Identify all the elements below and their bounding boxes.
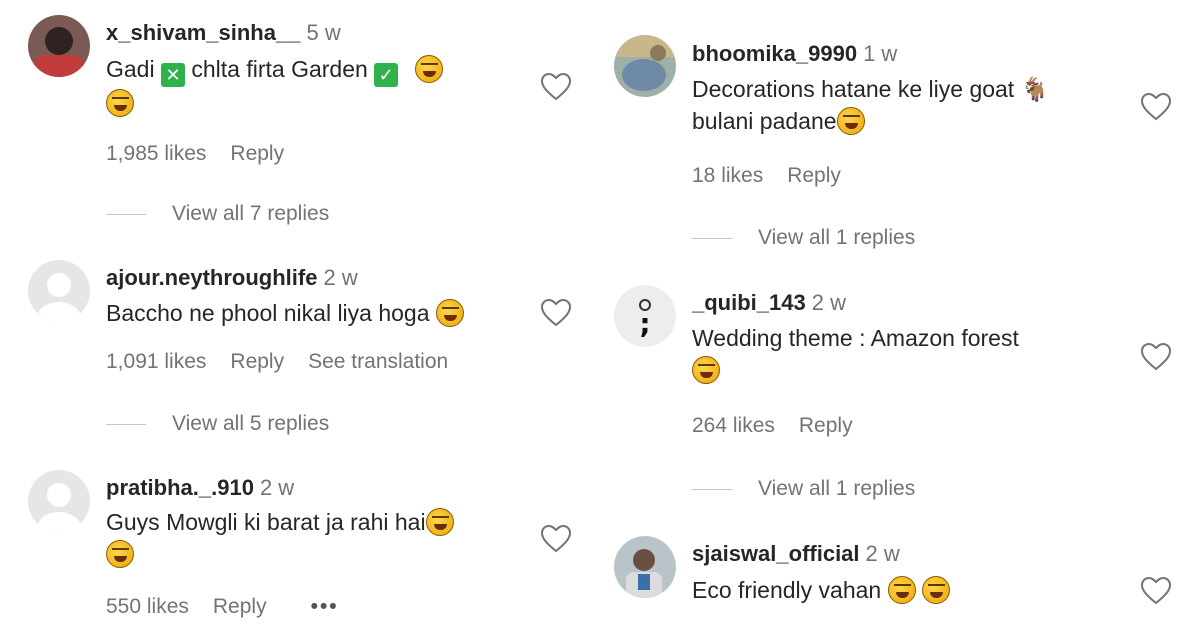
reply-button[interactable]: Reply [230, 142, 284, 165]
cross-mark-icon: ✕ [160, 63, 185, 87]
divider [692, 488, 732, 490]
see-translation-button[interactable]: See translation [308, 350, 448, 373]
view-replies-link[interactable]: View all 5 replies [106, 412, 329, 436]
comment-header: sjaiswal_official 2 w [692, 540, 900, 568]
username[interactable]: bhoomika_9990 [692, 41, 857, 66]
view-replies-link[interactable]: View all 1 replies [692, 226, 915, 250]
timestamp[interactable]: 2 w [260, 475, 294, 500]
comment-meta: 18 likes Reply [692, 164, 865, 188]
rofl-emoji-icon [106, 89, 134, 117]
comment-meta: 550 likes Reply ••• [106, 595, 363, 619]
divider [106, 423, 146, 425]
laughing-emoji-icon [692, 356, 720, 384]
reply-button[interactable]: Reply [213, 595, 267, 618]
username[interactable]: sjaiswal_official [692, 541, 860, 566]
comment-text: Guys Mowgli ki barat ja rahi hai [106, 506, 526, 570]
reply-button[interactable]: Reply [799, 414, 853, 437]
like-heart-icon[interactable] [540, 72, 572, 102]
rofl-emoji-icon [922, 576, 951, 604]
likes-count[interactable]: 264 likes [692, 414, 775, 437]
timestamp[interactable]: 2 w [812, 290, 846, 315]
timestamp[interactable]: 2 w [866, 541, 900, 566]
laughing-emoji-icon [106, 540, 134, 568]
avatar[interactable]: ; [614, 285, 676, 347]
divider [106, 213, 146, 215]
avatar[interactable] [614, 536, 676, 598]
comment-header: bhoomika_9990 1 w [692, 40, 897, 68]
reply-button[interactable]: Reply [787, 164, 841, 187]
laughing-emoji-icon [435, 299, 464, 327]
reply-button[interactable]: Reply [230, 350, 284, 373]
rofl-emoji-icon [414, 55, 443, 83]
likes-count[interactable]: 1,091 likes [106, 350, 206, 373]
comment-header: pratibha._.910 2 w [106, 474, 294, 502]
like-heart-icon[interactable] [1140, 92, 1172, 122]
rofl-emoji-icon [887, 576, 916, 604]
svg-text:;: ; [639, 307, 650, 340]
view-replies-link[interactable]: View all 7 replies [106, 202, 329, 226]
check-mark-icon: ✓ [374, 63, 399, 87]
username[interactable]: pratibha._.910 [106, 475, 254, 500]
timestamp[interactable]: 5 w [306, 20, 340, 45]
timestamp[interactable]: 2 w [323, 265, 357, 290]
comment-header: _quibi_143 2 w [692, 289, 846, 317]
likes-count[interactable]: 550 likes [106, 595, 189, 618]
more-options-icon[interactable]: ••• [311, 595, 339, 618]
avatar[interactable] [28, 260, 90, 322]
username[interactable]: _quibi_143 [692, 290, 806, 315]
username[interactable]: ajour.neythroughlife [106, 265, 317, 290]
comment-meta: 1,985 likes Reply [106, 142, 308, 166]
comment-header: x_shivam_sinha__ 5 w [106, 19, 341, 47]
comment-text: Decorations hatane ke liye goat 🐐 bulani… [692, 76, 1050, 135]
username[interactable]: x_shivam_sinha__ [106, 20, 300, 45]
likes-count[interactable]: 18 likes [692, 164, 763, 187]
timestamp[interactable]: 1 w [863, 41, 897, 66]
likes-count[interactable]: 1,985 likes [106, 142, 206, 165]
like-heart-icon[interactable] [540, 298, 572, 328]
avatar[interactable] [614, 35, 676, 97]
comment-text: Gadi ✕ chlta firta Garden ✓ [106, 53, 526, 119]
avatar[interactable] [28, 15, 90, 77]
like-heart-icon[interactable] [1140, 576, 1172, 606]
goat-emoji-icon: 🐐 [1020, 76, 1050, 102]
comment-text: Baccho ne phool nikal liya hoga [106, 297, 526, 329]
like-heart-icon[interactable] [540, 524, 572, 554]
comment-meta: 1,091 likes Reply See translation [106, 350, 472, 374]
laughing-emoji-icon [836, 107, 865, 135]
comment-text: Eco friendly vahan [692, 574, 1132, 606]
view-replies-link[interactable]: View all 1 replies [692, 477, 915, 501]
comment-meta: 264 likes Reply [692, 414, 877, 438]
like-heart-icon[interactable] [1140, 342, 1172, 372]
comment-header: ajour.neythroughlife 2 w [106, 264, 358, 292]
divider [692, 237, 732, 239]
comment-text: Wedding theme : Amazon forest [692, 322, 1132, 386]
avatar[interactable] [28, 470, 90, 532]
rofl-emoji-icon [425, 508, 454, 536]
